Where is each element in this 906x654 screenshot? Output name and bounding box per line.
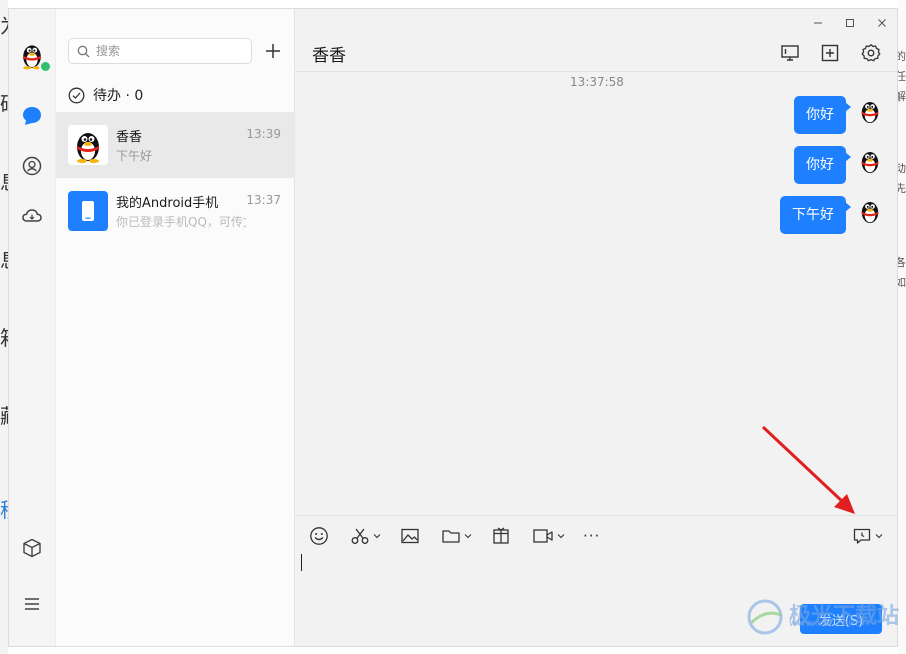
close-button[interactable] [870,13,894,33]
minimize-icon [814,22,822,24]
video-call-button[interactable] [532,526,565,546]
message-bubble[interactable]: 下午好 [780,196,851,234]
chat-header: 香香 [295,9,897,72]
red-packet-icon [493,527,509,544]
contact-avatar [68,191,108,231]
message-bubble[interactable]: 你好 [794,146,851,184]
emoji-icon [310,527,328,545]
online-status-dot [39,60,52,73]
qq-penguin-icon [861,152,879,173]
contact-preview: 你已登录手机QQ，可传文件 [116,215,246,229]
folder-icon [442,530,460,543]
file-button[interactable] [441,526,472,546]
qq-window: 待办 · 0 香香 13:39 下午好 [8,8,898,647]
send-button[interactable]: 发送(S) [800,604,882,634]
contact-time: 13:39 [246,127,281,141]
chevron-down-icon [557,534,565,539]
phone-device-icon [82,201,94,221]
nav-item-menu[interactable] [19,591,45,617]
qq-penguin-icon [861,202,879,223]
minimize-button[interactable] [806,13,830,33]
plus-icon [266,44,280,58]
contact-time: 13:37 [246,193,281,207]
nav-item-cloud[interactable] [19,203,45,229]
add-box-icon [821,44,839,62]
nav-item-messages[interactable] [19,103,45,129]
my-avatar[interactable] [16,39,52,73]
video-call-icon [533,529,553,543]
screen-share-icon [781,45,799,61]
maximize-icon [846,19,854,27]
text-input-caret[interactable] [301,554,302,571]
message-avatar[interactable] [855,196,885,226]
todo-entry[interactable]: 待办 · 0 [68,85,143,105]
message-bubble[interactable]: 你好 [794,96,851,134]
chevron-down-icon [875,534,883,539]
contact-name: 我的Android手机 [116,196,219,211]
message-row: 你好 [794,146,885,184]
message-avatar[interactable] [855,96,885,126]
chevron-down-icon [464,534,472,539]
chat-panel: 香香 13:37:58 你好 你好 下午好 ··· 发送(S) [295,9,897,646]
settings-button[interactable] [860,42,882,64]
message-row: 你好 [794,96,885,134]
close-icon [878,19,886,27]
chevron-down-icon [373,534,381,539]
screen-share-button[interactable] [779,42,801,64]
cloud-icon [22,209,42,222]
qq-penguin-avatar-icon [68,125,108,165]
message-composer: ··· 发送(S) [295,515,897,646]
hamburger-menu-icon [25,598,39,610]
maximize-button[interactable] [838,13,862,33]
nav-item-apps[interactable] [19,535,45,561]
conversation-item[interactable]: 我的Android手机 13:37 你已登录手机QQ，可传文件 [56,178,295,244]
todo-label: 待办 · 0 [93,88,144,104]
emoji-button[interactable] [309,526,329,546]
message-avatar[interactable] [855,146,885,176]
contact-preview: 下午好 [116,149,153,163]
cube-icon [23,538,41,558]
screenshot-button[interactable] [350,526,381,546]
image-button[interactable] [400,526,420,546]
gear-icon [861,44,881,62]
nav-rail [9,9,56,646]
chat-title: 香香 [312,46,346,66]
check-circle-icon [68,87,85,103]
nav-item-contacts[interactable] [19,153,45,179]
more-button[interactable]: ··· [583,526,600,546]
search-input[interactable] [94,43,248,59]
chat-record-button[interactable] [852,526,883,546]
search-box[interactable] [68,38,252,64]
red-packet-button[interactable] [491,526,511,546]
contacts-icon [22,156,42,176]
message-row: 下午好 [780,196,885,234]
conversation-item[interactable]: 香香 13:39 下午好 [56,112,295,178]
message-timestamp: 13:37:58 [570,75,624,89]
add-button[interactable] [262,40,284,62]
add-member-button[interactable] [819,42,841,64]
conversation-list-panel: 待办 · 0 香香 13:39 下午好 [56,9,295,646]
search-icon [77,45,90,57]
qq-penguin-icon [861,102,879,123]
screenshot-scissors-icon [351,528,369,544]
image-icon [401,528,419,544]
contact-name: 香香 [116,130,143,145]
contact-avatar [68,125,108,165]
chat-bubble-icon [23,107,41,125]
chat-record-icon [853,528,871,544]
